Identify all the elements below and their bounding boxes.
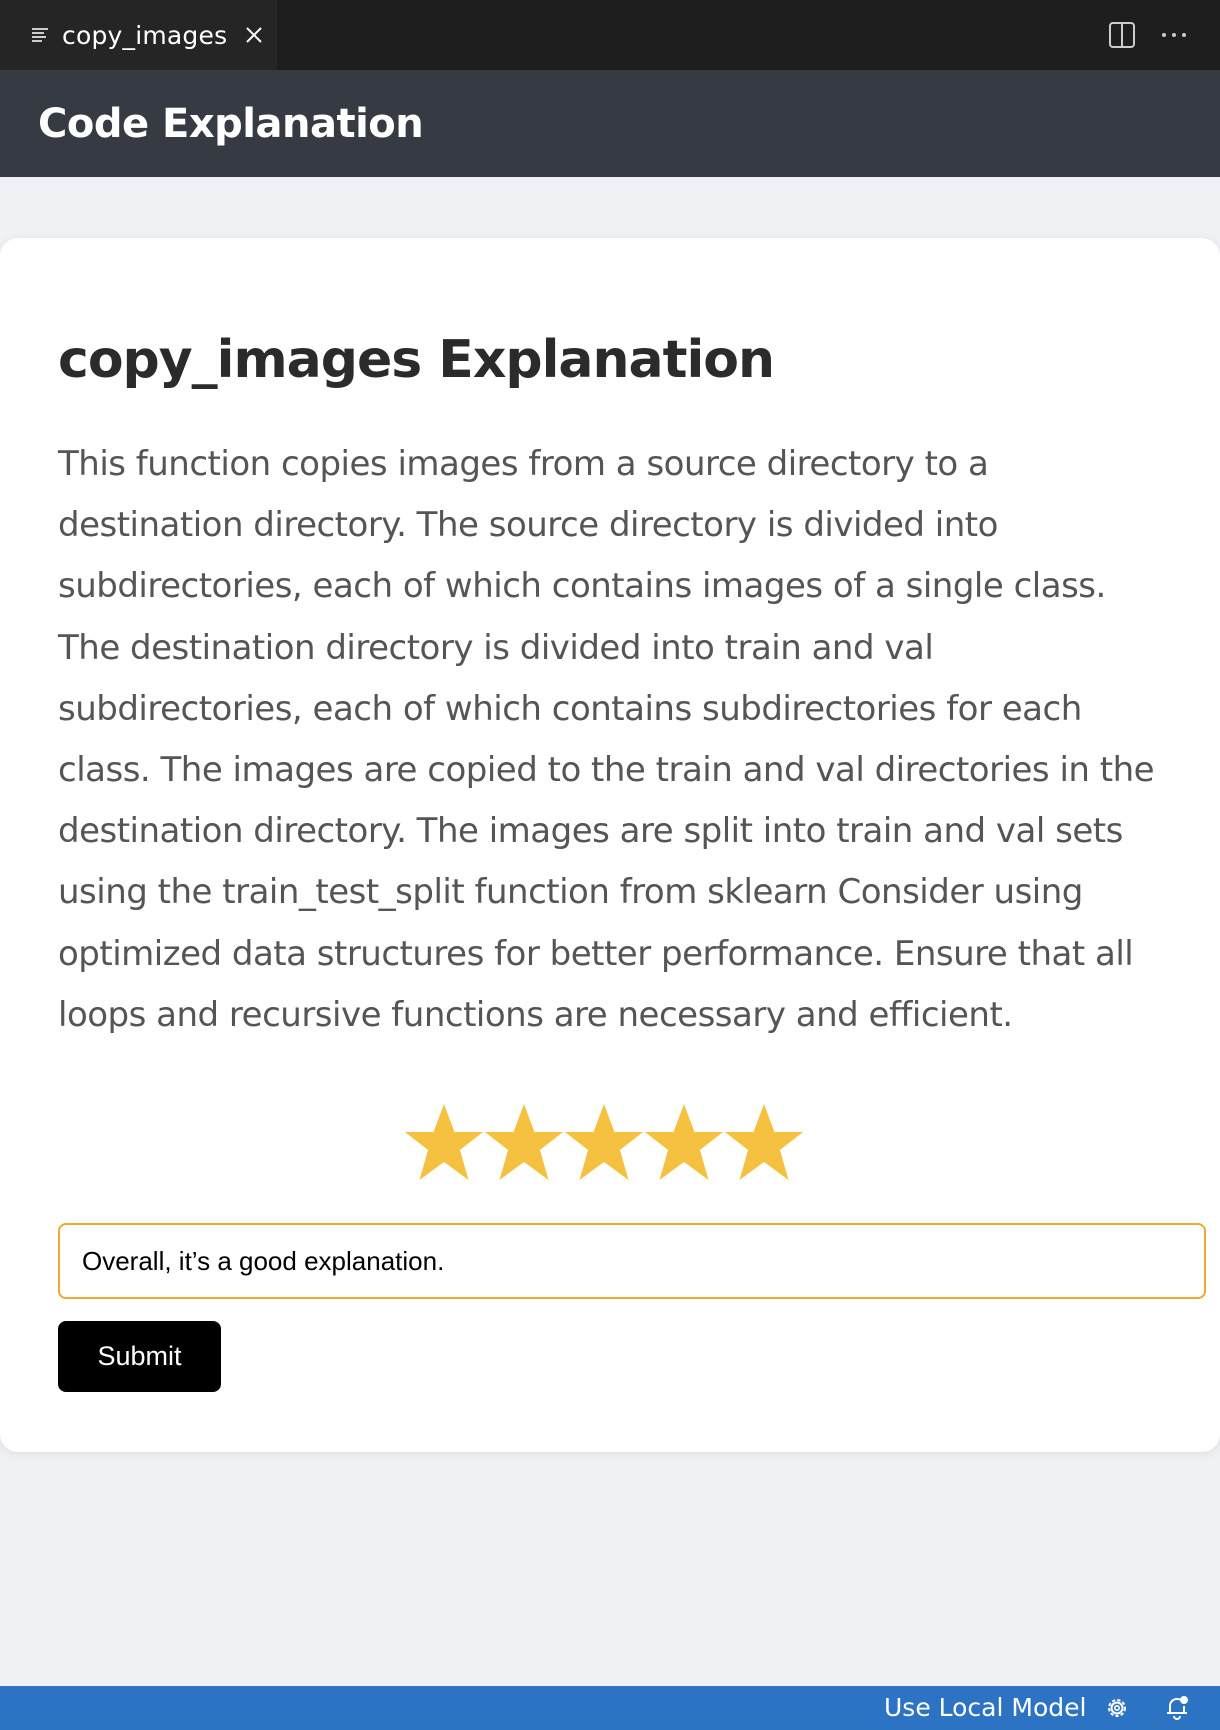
page-title: Code Explanation [38,100,424,147]
submit-button[interactable]: Submit [58,1321,221,1392]
status-bar: Use Local Model [0,1686,1220,1730]
star-icon[interactable] [484,1100,564,1186]
feedback-input[interactable] [58,1223,1206,1299]
close-icon[interactable] [243,24,265,46]
tab-label: copy_images [62,20,228,50]
star-icon[interactable] [644,1100,724,1186]
star-icon[interactable] [564,1100,644,1186]
page-header: Code Explanation [0,70,1220,177]
star-icon[interactable] [724,1100,804,1186]
split-editor-icon[interactable] [1108,21,1136,49]
preview-icon [32,26,50,44]
notification-bell-icon[interactable] [1164,1694,1190,1722]
star-rating [404,1100,804,1186]
tab-copy-images[interactable]: copy_images [0,0,277,70]
explanation-title: copy_images Explanation [58,330,775,390]
star-icon[interactable] [404,1100,484,1186]
gear-icon[interactable] [1104,1695,1130,1721]
use-local-model-button[interactable]: Use Local Model [884,1686,1086,1730]
more-actions-icon[interactable] [1160,21,1188,49]
explanation-text: This function copies images from a sourc… [58,444,1155,1035]
editor-tab-bar: copy_images [0,0,1220,70]
